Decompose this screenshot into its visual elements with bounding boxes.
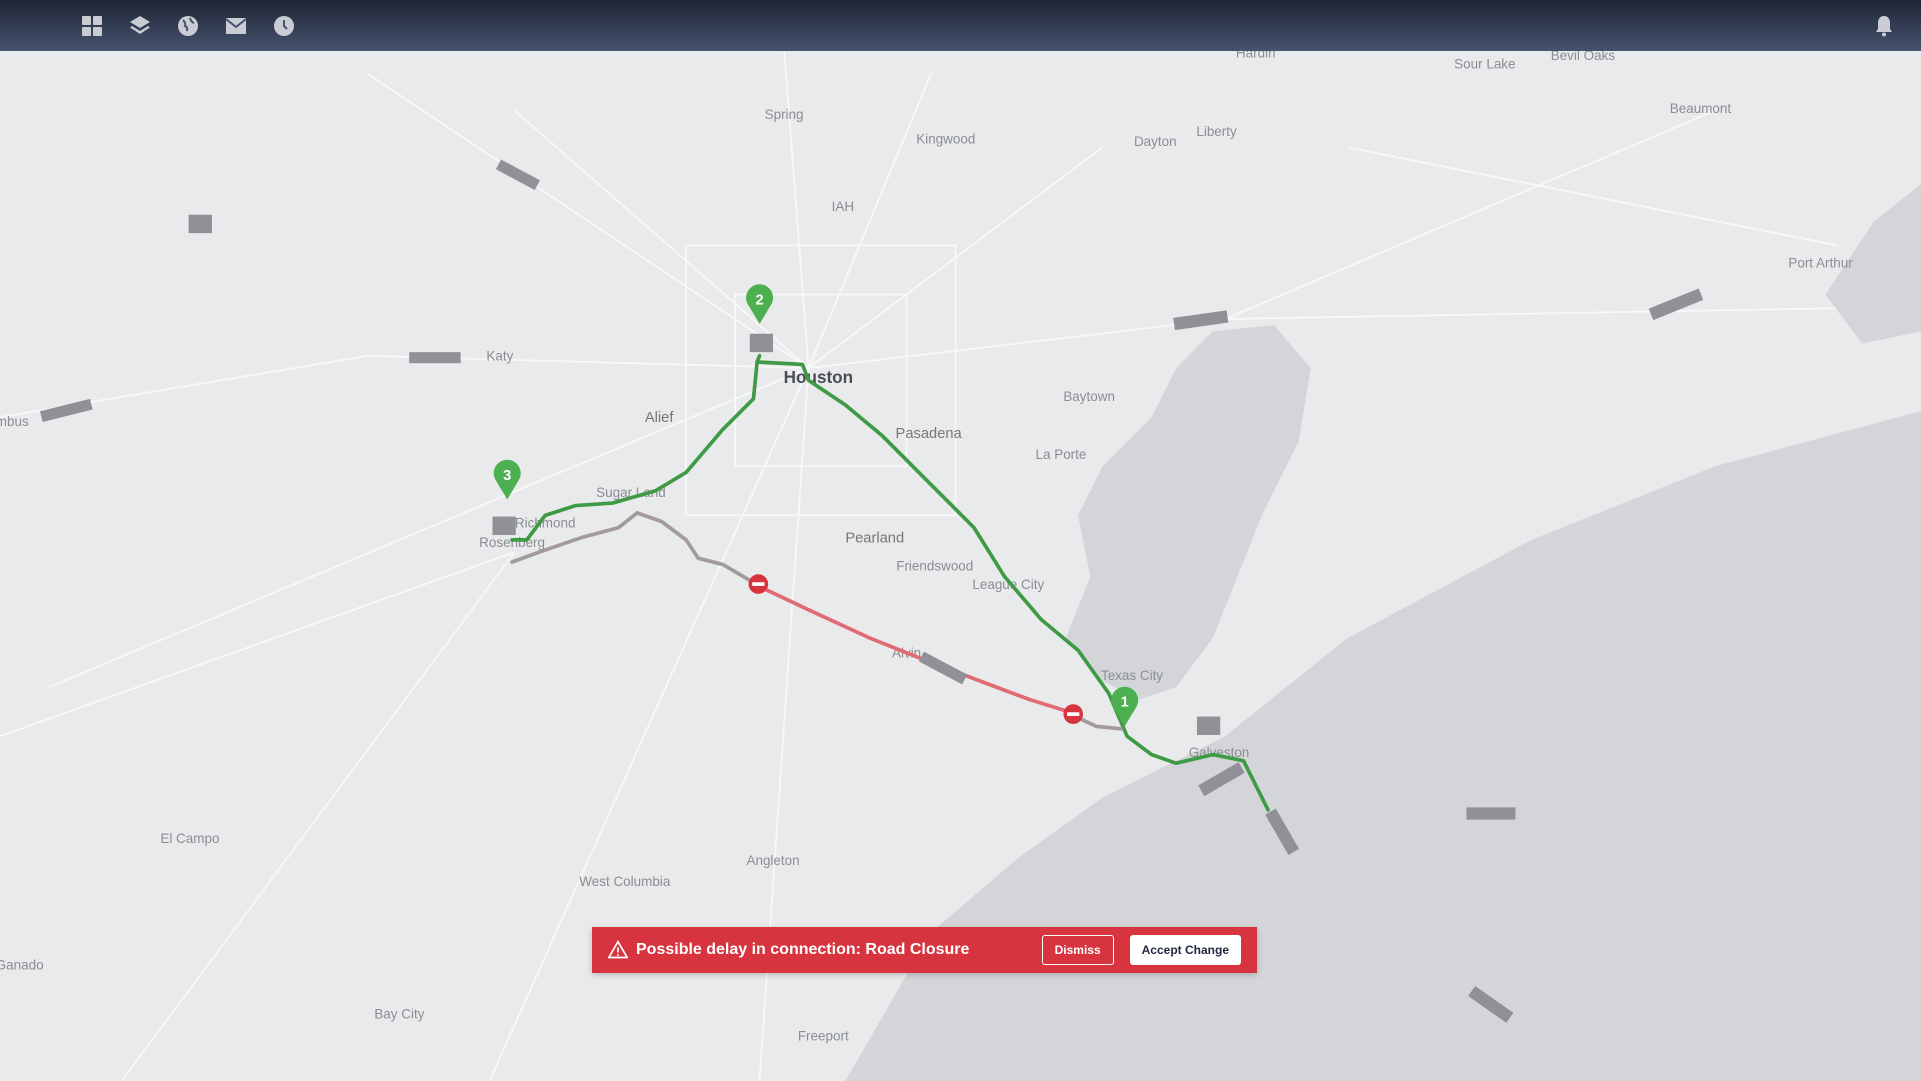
train-icon	[409, 352, 461, 364]
clock-icon[interactable]	[272, 14, 296, 38]
warehouse-icon	[492, 516, 516, 535]
map-label: La Porte	[1036, 447, 1087, 462]
map-label: Dayton	[1134, 134, 1177, 149]
warehouse-icon	[188, 214, 212, 234]
globe-icon[interactable]	[176, 14, 200, 38]
mail-icon[interactable]	[224, 14, 248, 38]
map-label: Spring	[765, 107, 804, 122]
map-label: Friendswood	[896, 559, 973, 574]
top-bar	[0, 0, 1921, 51]
map-canvas[interactable]: SpringKingwood DaytonLibertySour LakeBevi…	[0, 0, 1921, 1081]
svg-text:1: 1	[1121, 695, 1129, 711]
map-label: El Campo	[160, 831, 219, 846]
grid-icon[interactable]	[80, 14, 104, 38]
map-label: Pearland	[845, 530, 904, 546]
warehouse-icon	[1196, 716, 1221, 735]
map-label: Rosenberg	[479, 535, 545, 550]
ship-icon	[1466, 807, 1516, 820]
accept-change-button[interactable]: Accept Change	[1129, 935, 1241, 965]
map-label: West Columbia	[579, 874, 671, 889]
map-label: Freeport	[798, 1028, 849, 1043]
map-label: Port Arthur	[1788, 255, 1853, 270]
road-closure-icon[interactable]	[1063, 704, 1084, 724]
map-label: Kingwood	[916, 132, 975, 147]
map-label: Liberty	[1196, 124, 1237, 139]
bell-icon[interactable]	[1872, 14, 1896, 38]
map-label: IAH	[832, 199, 854, 214]
map-label: Houston	[784, 367, 854, 387]
map-label: mbus	[0, 414, 29, 429]
map-label: Alief	[645, 410, 674, 426]
road-closure-icon[interactable]	[748, 574, 769, 594]
layers-icon[interactable]	[128, 14, 152, 38]
map-label: Pasadena	[896, 426, 963, 442]
map-label: Sour Lake	[1454, 57, 1515, 72]
warehouse-icon	[749, 333, 774, 353]
alert-banner: Possible delay in connection: Road Closu…	[592, 927, 1257, 973]
warning-icon	[608, 940, 628, 959]
svg-text:3: 3	[503, 468, 511, 484]
map-label: Bay City	[374, 1006, 424, 1021]
map-label: Ganado	[0, 957, 44, 972]
map-label: Baytown	[1063, 389, 1115, 404]
map-label: Beaumont	[1670, 101, 1732, 116]
svg-text:2: 2	[755, 292, 763, 308]
dismiss-button[interactable]: Dismiss	[1041, 935, 1114, 965]
map-label: Katy	[486, 349, 513, 364]
map-label: Angleton	[746, 853, 799, 868]
alert-message: Possible delay in connection: Road Closu…	[636, 941, 970, 958]
map-label: Texas City	[1101, 668, 1163, 683]
